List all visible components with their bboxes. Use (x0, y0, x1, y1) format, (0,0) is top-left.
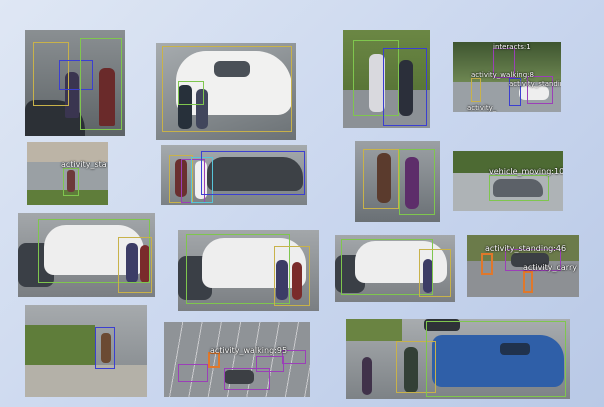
green-bounding-box (426, 321, 566, 397)
green-bounding-box (489, 175, 549, 201)
overlay-label: activity_ (467, 104, 497, 112)
green-bounding-box (80, 38, 122, 130)
thumbnail-standing-carry: activity_standing:46 activity_carry (467, 235, 579, 297)
thumbnail-white-sedan-group-1 (18, 213, 155, 297)
lawn (346, 319, 402, 341)
blue-bounding-box (95, 327, 115, 369)
thumbnail-person-crossing: activity_sta (27, 142, 108, 205)
person (362, 357, 372, 395)
building (27, 142, 108, 162)
overlay-label: activity_sta (61, 160, 107, 169)
thumbnail-blue-pickup-truck (346, 319, 570, 399)
orange-bounding-box (523, 271, 533, 293)
purple-bounding-box (178, 364, 208, 382)
thumbnail-parking-lot-labels: interacts:1 activity_walking:8 activity_… (453, 42, 561, 112)
overlay-label: activity_standing:27 (509, 80, 561, 88)
thumbnail-two-people-talking-2 (355, 141, 440, 222)
thumbnail-vehicle-moving: vehicle_moving:101 (453, 151, 563, 211)
overlay-label: interacts:1 (493, 43, 531, 51)
yellow-bounding-box (471, 78, 481, 102)
thumbnail-white-sedan-group-2 (178, 230, 319, 311)
thumbnail-white-sedan-group-3 (335, 235, 455, 302)
orange-bounding-box (481, 253, 493, 275)
thumbnail-person-walking-lot (25, 305, 147, 397)
green-bounding-box (399, 149, 435, 215)
blue-bounding-box (201, 151, 305, 195)
collage-canvas: interacts:1 activity_walking:8 activity_… (0, 0, 604, 407)
overlay-label: vehicle_moving:101 (489, 167, 563, 176)
overlay-label: activity_carry (523, 263, 577, 272)
blue-bounding-box (383, 48, 427, 126)
thumbnail-white-sedan-trunk (156, 43, 296, 140)
thumbnail-activity-walking-lot: activity_walking:95 (164, 322, 310, 397)
yellow-bounding-box (118, 237, 152, 293)
green-bounding-box (178, 81, 204, 105)
thumbnail-dark-sedan-people (161, 145, 307, 205)
yellow-bounding-box (274, 246, 310, 306)
purple-bounding-box (256, 356, 284, 372)
yellow-bounding-box (419, 249, 451, 297)
overlay-label: activity_standing:46 (485, 244, 567, 253)
thumbnail-two-people-grass (343, 30, 430, 128)
thumbnail-two-people-talking (25, 30, 125, 136)
sidewalk (25, 365, 147, 397)
lawn (25, 325, 95, 365)
overlay-label: activity_walking:8 (471, 71, 534, 79)
yellow-bounding-box (363, 149, 399, 209)
green-bounding-box (63, 168, 79, 196)
overlay-label: activity_walking:95 (210, 346, 288, 355)
